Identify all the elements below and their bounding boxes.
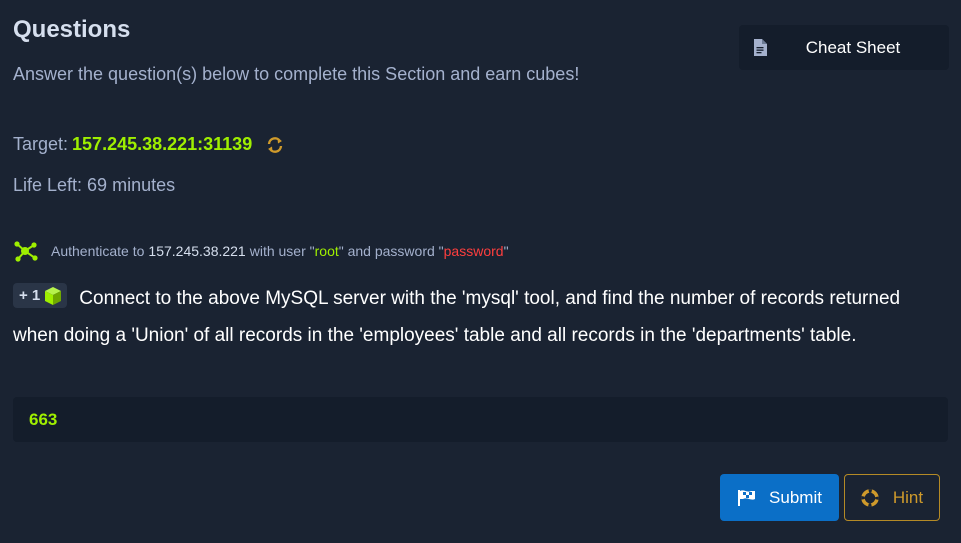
auth-host: 157.245.38.221 [148,243,246,259]
life-left: Life Left: 69 minutes [13,175,176,195]
answer-input[interactable]: 663 [13,397,948,442]
question-block: + 1 Connect to the above MySQL server wi… [13,280,948,354]
lifebuoy-icon [861,488,879,507]
page-title: Questions [13,16,131,43]
page-subtitle: Answer the question(s) below to complete… [13,64,580,84]
cube-reward-count: + 1 [19,287,41,305]
auth-info: Authenticate to 157.245.38.221 with user… [13,240,509,262]
refresh-icon[interactable] [266,136,284,154]
cheat-sheet-button[interactable]: Cheat Sheet [739,25,949,70]
cube-reward-badge: + 1 [13,283,68,309]
auth-password: password [443,243,504,259]
target-info: Target: 157.245.38.221:31139 [13,134,284,155]
cube-icon [43,286,63,306]
auth-user: root [314,243,339,259]
submit-button[interactable]: Submit [720,474,839,521]
auth-suffix: " [503,243,509,259]
hint-button[interactable]: Hint [844,474,940,521]
cheat-sheet-label: Cheat Sheet [805,37,901,57]
network-icon [13,240,39,262]
submit-label: Submit [769,487,822,507]
hint-label: Hint [892,487,924,507]
auth-prefix: Authenticate to [51,243,145,259]
question-text: Connect to the above MySQL server with t… [13,288,901,346]
auth-pass-text: " and password " [338,243,444,259]
flag-icon [737,489,757,507]
auth-user-text: with user " [249,243,315,259]
target-address: 157.245.38.221:31139 [72,134,253,154]
target-label: Target: [13,134,69,154]
